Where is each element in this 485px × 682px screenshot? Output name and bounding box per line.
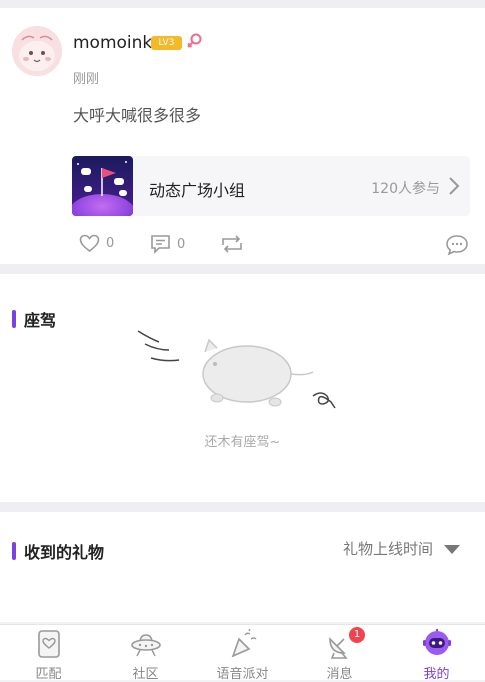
vehicle-empty-text: 还木有座驾~ [204,435,281,450]
post-time: 刚刚 [73,72,100,87]
match-card-icon [38,630,60,658]
username[interactable]: momoink [73,33,152,53]
tab-label: 社区 [132,667,159,682]
bottom-tab-bar: 匹配 社区 语音派对 1 消息 我的 [0,624,485,682]
top-strip [0,0,485,8]
section-divider [0,502,485,512]
post-actions: 0 0 [0,234,485,260]
chevron-right-icon [449,177,460,195]
chat-bubble-icon [446,235,468,256]
comment-count: 0 [177,236,186,252]
astronaut-profile-icon [423,629,451,655]
tab-profile[interactable]: 我的 [388,625,485,682]
chat-bubble-button[interactable] [445,234,469,256]
repost-button[interactable] [220,234,244,254]
gifts-title-text: 收到的礼物 [24,543,105,562]
group-thumbnail [72,156,133,216]
post-card: momoink LV3 刚刚 大呼大喊很多很多 动态广场小组 120人参与 0 … [0,8,485,264]
like-count: 0 [106,236,115,251]
group-card[interactable]: 动态广场小组 120人参与 [72,156,470,216]
vehicle-section-title: 座驾 [12,307,56,331]
tab-voice-party[interactable]: 语音派对 [194,625,291,682]
party-horn-icon [231,629,257,658]
heart-icon [79,234,100,253]
female-gender-icon [187,33,202,48]
repost-icon [222,235,242,253]
post-text: 大呼大喊很多很多 [73,106,202,125]
hamster-empty-illustration [137,330,336,409]
tab-label: 消息 [326,667,353,682]
group-name: 动态广场小组 [149,181,246,200]
comment-icon [151,235,170,254]
section-divider [0,264,485,274]
level-badge: LV3 [151,36,182,50]
group-participants: 120人参与 [371,181,440,197]
comment-button[interactable]: 0 [150,234,185,254]
gift-sort-label: 礼物上线时间 [342,540,433,558]
section-accent-bar [12,542,16,560]
tab-match[interactable]: 匹配 [0,625,97,682]
triangle-down-icon [444,544,460,554]
ufo-community-icon [131,634,161,657]
tab-community[interactable]: 社区 [97,625,194,682]
vehicle-title-text: 座驾 [24,311,57,330]
gifts-section: 收到的礼物 礼物上线时间 [0,512,485,622]
unread-badge: 1 [349,627,365,643]
tab-messages[interactable]: 1 消息 [291,625,388,682]
gifts-section-title: 收到的礼物 [12,539,104,563]
user-avatar[interactable] [12,26,62,76]
tab-label: 匹配 [35,667,62,682]
tab-label: 语音派对 [216,667,269,682]
gift-sort-dropdown[interactable]: 礼物上线时间 [343,538,461,559]
like-button[interactable]: 0 [79,234,114,253]
vehicle-section: 座驾 还木有座驾~ [0,274,485,502]
tab-label: 我的 [423,667,450,682]
section-accent-bar [12,310,16,328]
